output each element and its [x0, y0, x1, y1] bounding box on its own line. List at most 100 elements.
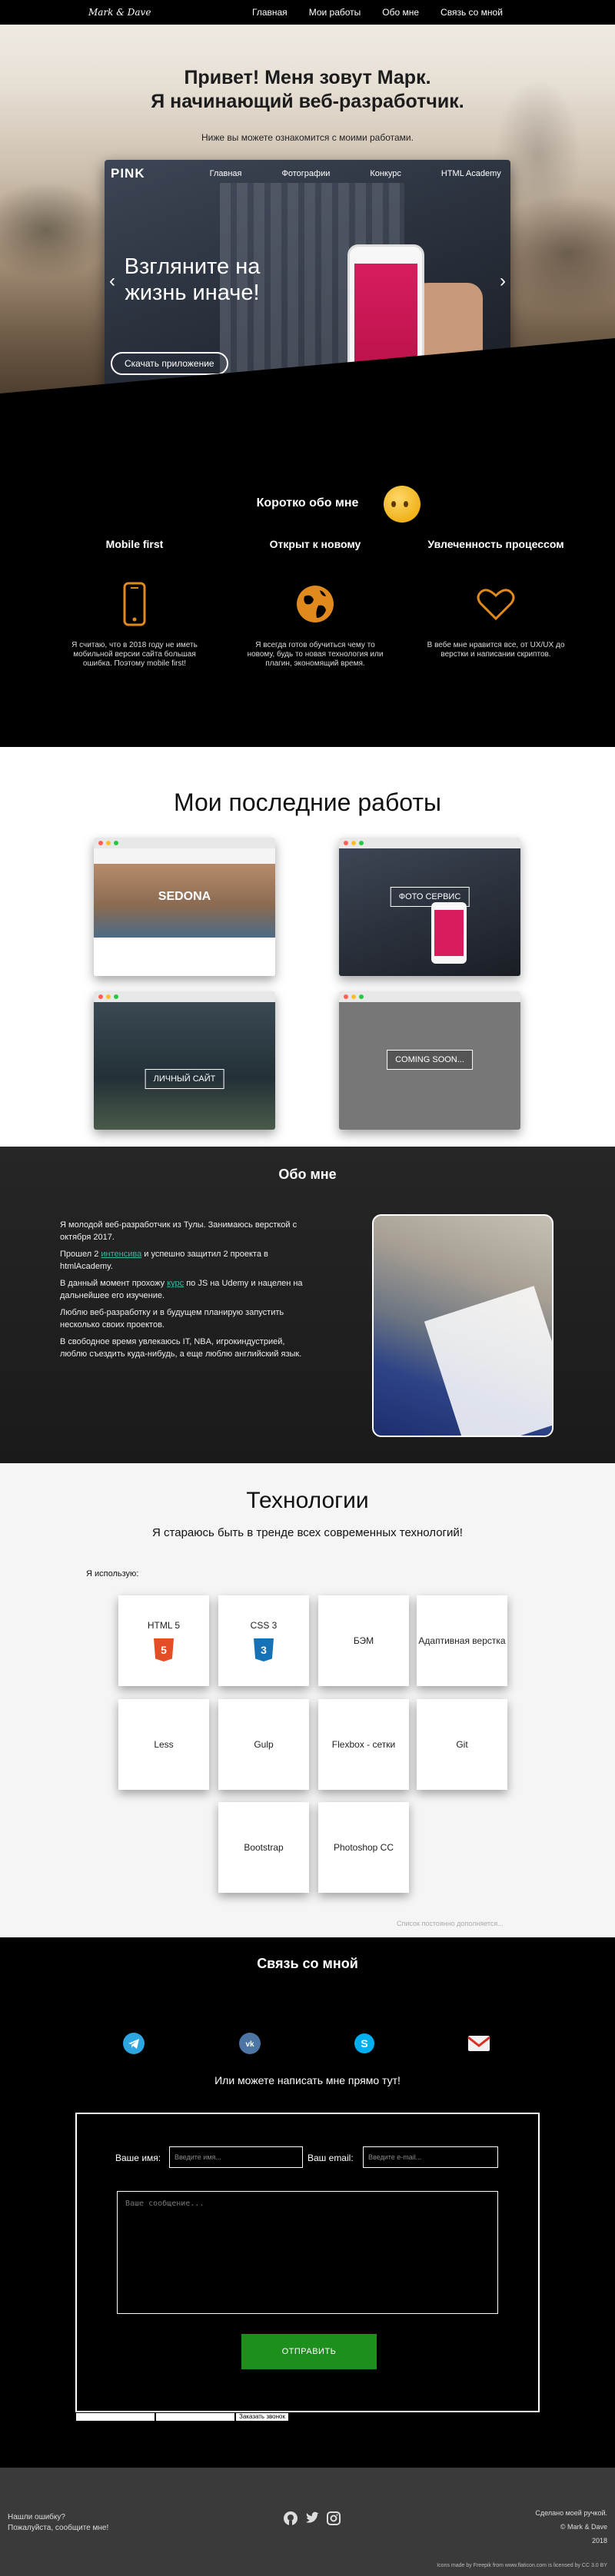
pink-menu-item: Фотографии [281, 169, 331, 178]
gmail-icon[interactable] [467, 2031, 491, 2056]
tech-section: Технологии Я стараюсь быть в тренде всех… [0, 1463, 615, 1937]
call-order-button[interactable]: Заказать звонок [235, 2412, 289, 2422]
pink-download-button: Скачать приложение [111, 352, 228, 375]
tech-title: Технологии [246, 1488, 369, 1513]
email-label: Ваш email: [308, 2153, 354, 2163]
tech-tile-gulp: Gulp [218, 1699, 309, 1790]
pink-card-preview: ФОТО СЕРВИС [339, 848, 520, 976]
name-label: Ваше имя: [115, 2153, 161, 2163]
works-section: Мои последние работы SEDONA ФОТО СЕРВИС [0, 747, 615, 1147]
work-card-pink[interactable]: ФОТО СЕРВИС [339, 838, 520, 976]
footer-social-icons [283, 2511, 341, 2530]
tile-label: Flexbox - сетки [331, 1739, 396, 1750]
vk-icon[interactable]: vk [238, 2031, 262, 2056]
window-dot [114, 841, 118, 845]
window-dot [98, 994, 103, 999]
coming-soon-preview: COMING SOON... [339, 1002, 520, 1130]
twitter-icon[interactable] [304, 2511, 320, 2530]
contact-section: Связь со мной vk S Или можете написать м… [0, 1937, 615, 2468]
name-input[interactable]: Введите имя... [169, 2146, 303, 2168]
footer-year: 2018 [591, 2537, 607, 2544]
nav-item-works[interactable]: Мои работы [309, 7, 361, 18]
work-card-coming-soon[interactable]: COMING SOON... [339, 991, 520, 1130]
short-about-columns: Mobile first Я считаю, что в 2018 году н… [62, 538, 569, 669]
pink-header: PINK Главная Фотографии Конкурс HTML Aca… [105, 160, 510, 188]
card-caption: COMING SOON... [387, 1049, 473, 1070]
work-card-sedona[interactable]: SEDONA [94, 838, 275, 976]
tech-tile-flexbox: Flexbox - сетки [318, 1699, 409, 1790]
tech-tile-photoshop: Photoshop CC [318, 1802, 409, 1893]
form-bottom-strip: Заказать звонок [75, 2412, 289, 2422]
footer-right: Сделано моей ручкой. © Mark & Dave 2018 [535, 2506, 607, 2548]
pink-logo: PINK [111, 166, 145, 181]
footer-left: Нашли ошибку? Пожалуйста, сообщите мне! [8, 2512, 108, 2534]
skype-icon[interactable]: S [352, 2031, 377, 2056]
pink-menu-item: Конкурс [370, 169, 401, 178]
svg-text:S: S [361, 2037, 367, 2050]
heart-icon [423, 579, 569, 629]
pink-headline: Взгляните на жизнь иначе! [124, 254, 261, 305]
window-dot [344, 994, 348, 999]
top-navigation: Mark & Dave Главная Мои работы Обо мне С… [0, 0, 615, 25]
tile-label: CSS 3 [250, 1620, 278, 1631]
tile-label: Адаптивная верстка [418, 1635, 506, 1646]
window-dot [351, 841, 356, 845]
footer-credits: Icons made by Freepik from www.flaticon.… [437, 2563, 607, 2568]
chevron-left-icon[interactable]: ‹ [109, 271, 115, 292]
window-dot [359, 994, 364, 999]
course-link[interactable]: курс [167, 1279, 184, 1288]
strip-field[interactable] [75, 2412, 155, 2422]
window-dot [106, 841, 111, 845]
intensive-link[interactable]: интенсива [101, 1250, 141, 1259]
tile-label: Gulp [254, 1739, 274, 1750]
window-dot [344, 841, 348, 845]
site-logo[interactable]: Mark & Dave [88, 7, 204, 18]
nav-item-about[interactable]: Обо мне [382, 7, 419, 18]
footer-copyright: © Mark & Dave [560, 2523, 607, 2531]
card-caption: ЛИЧНЫЙ САЙТ [145, 1068, 224, 1089]
contact-title: Связь со мной [257, 1956, 358, 1971]
hero-section: Привет! Меня зовут Марк. Я начинающий ве… [0, 0, 615, 430]
window-dot [98, 841, 103, 845]
window-dot [359, 841, 364, 845]
email-input[interactable]: Введите e-mail... [363, 2146, 498, 2168]
tile-label: Photoshop CC [333, 1842, 394, 1853]
submit-button[interactable]: ОТПРАВИТЬ [241, 2334, 377, 2369]
about-text-part: Прошел 2 [60, 1250, 101, 1259]
footer-error-title: Нашли ошибку? [8, 2513, 65, 2521]
hero-title-line2: Я начинающий веб-разработчик. [151, 91, 464, 112]
about-section: Обо мне Я молодой веб-разработчик из Тул… [0, 1147, 615, 1463]
tech-tile-bootstrap: Bootstrap [218, 1802, 309, 1893]
window-bar [94, 838, 275, 848]
tile-label: Git [456, 1739, 468, 1750]
nav-item-contact[interactable]: Связь со мной [440, 7, 503, 18]
works-title: Мои последние работы [173, 788, 442, 816]
short-about-title: Коротко обо мне [256, 496, 359, 510]
telegram-icon[interactable] [121, 2031, 146, 2056]
footer: Нашли ошибку? Пожалуйста, сообщите мне! … [0, 2468, 615, 2576]
hero-title: Привет! Меня зовут Марк. Я начинающий ве… [0, 66, 615, 114]
message-textarea[interactable]: Ваше сообщение... [117, 2191, 498, 2314]
nav-item-home[interactable]: Главная [252, 7, 288, 18]
tile-label: БЭМ [353, 1635, 374, 1646]
svg-text:vk: vk [245, 2040, 254, 2049]
card-caption: ФОТО СЕРВИС [390, 887, 470, 908]
github-icon[interactable] [283, 2511, 298, 2530]
window-bar [339, 838, 520, 848]
about-paragraph: В данный момент прохожу курс по JS на Ud… [60, 1277, 306, 1302]
phone-screen [434, 910, 464, 956]
tech-tile-adaptive: Адаптивная верстка [417, 1595, 507, 1686]
window-dot [106, 994, 111, 999]
chevron-right-icon[interactable]: › [500, 271, 506, 292]
tile-label: HTML 5 [147, 1620, 181, 1631]
contact-or-text: Или можете написать мне прямо тут! [214, 2074, 401, 2086]
personal-preview: ЛИЧНЫЙ САЙТ [94, 1002, 275, 1130]
instagram-icon[interactable] [326, 2511, 341, 2530]
tech-tile-html5: HTML 5 5 [118, 1595, 209, 1686]
footer-error-text: Пожалуйста, сообщите мне! [8, 2524, 109, 2532]
certificate-photo [372, 1214, 554, 1437]
column-text: Я всегда готов обучиться чему то новому,… [247, 641, 384, 668]
work-card-personal[interactable]: ЛИЧНЫЙ САЙТ [94, 991, 275, 1130]
strip-field[interactable] [155, 2412, 235, 2422]
about-paragraph: В свободное время увлекаюсь IT, NBA, игр… [60, 1337, 302, 1359]
